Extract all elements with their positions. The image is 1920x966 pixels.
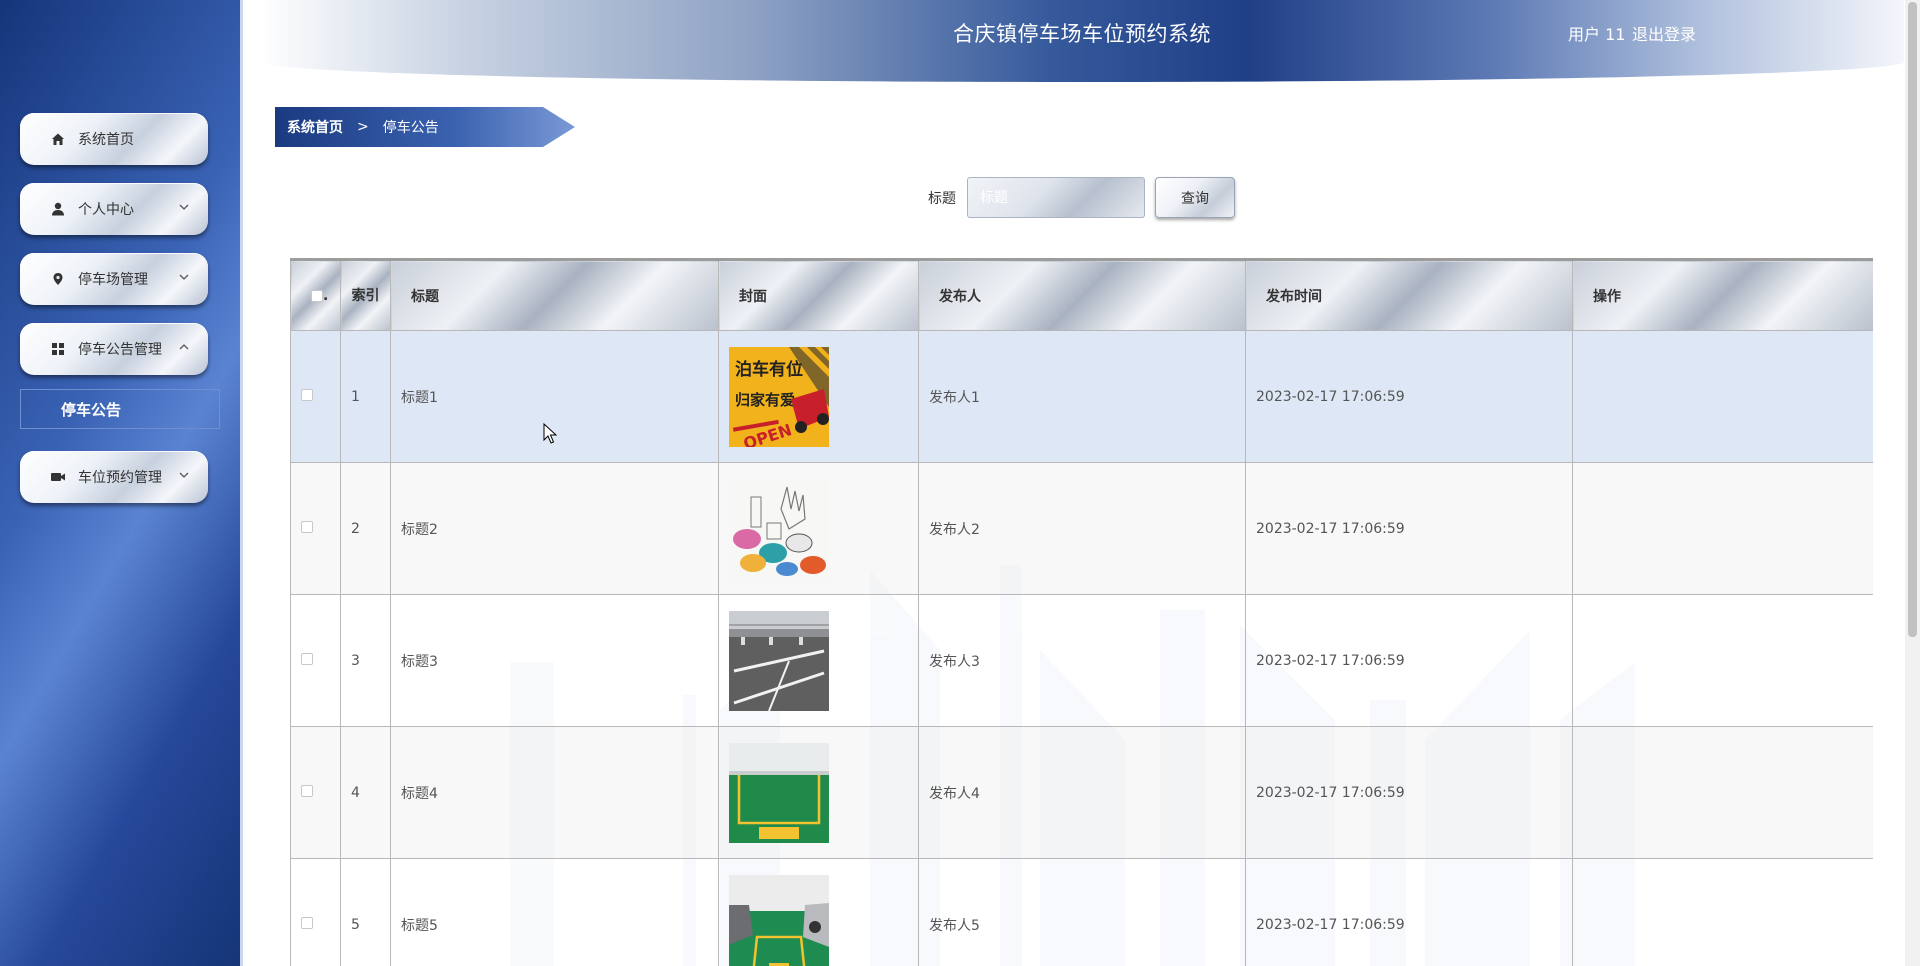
row-publish-time: 2023-02-17 17:06:59 xyxy=(1245,726,1573,859)
location-icon xyxy=(50,271,66,287)
svg-text:归家有爱: 归家有爱 xyxy=(735,391,795,409)
sidebar-item-notice-management[interactable]: 停车公告管理 xyxy=(20,323,208,375)
row-actions xyxy=(1572,726,1873,859)
row-index: 1 xyxy=(340,330,391,463)
current-user: 用户 11 xyxy=(1568,25,1626,44)
sidebar-subitem-label: 停车公告 xyxy=(61,400,122,419)
user-icon xyxy=(50,201,66,217)
row-publisher: 发布人3 xyxy=(918,594,1246,727)
row-actions xyxy=(1572,594,1873,727)
cover-image[interactable] xyxy=(729,742,829,843)
sidebar: 系统首页 个人中心 停车场管理 停车公告管理 停车公告 车位预约管理 xyxy=(0,0,243,966)
cover-image[interactable] xyxy=(729,478,829,579)
notice-table: . 索引 标题 封面 发布人 发布时间 操作 1 标题1 泊车有位 归家有爱 O… xyxy=(290,258,1873,966)
table-row[interactable]: 5 标题5 发布人5 2023-02-17 17:06:59 xyxy=(290,858,1873,966)
table-row[interactable]: 3 标题3 发布人3 2023-02-17 17:06:59 xyxy=(290,594,1873,727)
row-title: 标题4 xyxy=(390,726,719,859)
index-header: 索引 xyxy=(340,258,391,331)
breadcrumb-home[interactable]: 系统首页 xyxy=(287,117,343,137)
row-select-cell xyxy=(290,594,341,727)
row-actions xyxy=(1572,462,1873,595)
row-checkbox[interactable] xyxy=(301,784,313,797)
row-publisher: 发布人4 xyxy=(918,726,1246,859)
actions-header: 操作 xyxy=(1572,258,1873,331)
breadcrumb-separator: > xyxy=(357,119,369,135)
page-scrollbar-thumb[interactable] xyxy=(1908,2,1917,637)
row-checkbox[interactable] xyxy=(301,652,313,665)
row-actions xyxy=(1572,858,1873,966)
row-publish-time: 2023-02-17 17:06:59 xyxy=(1245,594,1573,727)
row-cover-cell xyxy=(718,462,919,595)
row-publisher: 发布人1 xyxy=(918,330,1246,463)
chevron-down-icon xyxy=(179,204,189,210)
chevron-up-icon xyxy=(179,344,189,350)
title-header: 标题 xyxy=(390,258,719,331)
video-icon xyxy=(50,469,66,485)
row-checkbox[interactable] xyxy=(301,520,313,533)
row-index: 4 xyxy=(340,726,391,859)
chevron-down-icon xyxy=(179,472,189,478)
chevron-down-icon xyxy=(179,274,189,280)
table-row[interactable]: 1 标题1 泊车有位 归家有爱 OPEN 发布人1 2023-02-17 17:… xyxy=(290,330,1873,463)
row-index: 3 xyxy=(340,594,391,727)
mouse-cursor-icon xyxy=(543,423,557,444)
row-index: 5 xyxy=(340,858,391,966)
row-cover-cell: 泊车有位 归家有爱 OPEN xyxy=(718,330,919,463)
row-cover-cell xyxy=(718,726,919,859)
sidebar-item-label: 停车公告管理 xyxy=(78,342,162,358)
row-title: 标题3 xyxy=(390,594,719,727)
breadcrumb-current: 停车公告 xyxy=(382,120,439,136)
row-select-cell xyxy=(290,726,341,859)
svg-text:泊车有位: 泊车有位 xyxy=(735,359,803,380)
select-all-checkbox[interactable] xyxy=(311,289,323,302)
row-cover-cell xyxy=(718,858,919,966)
publisher-header: 发布人 xyxy=(918,258,1246,331)
row-cover-cell xyxy=(718,594,919,727)
row-title: 标题2 xyxy=(390,462,719,595)
sidebar-item-label: 停车场管理 xyxy=(78,272,148,288)
sidebar-item-label: 个人中心 xyxy=(78,202,134,218)
table-row[interactable]: 4 标题4 发布人4 2023-02-17 17:06:59 xyxy=(290,726,1873,859)
sidebar-subitem-parking-notice[interactable]: 停车公告 xyxy=(20,389,220,429)
cover-header: 封面 xyxy=(718,258,919,331)
grid-icon xyxy=(50,341,66,357)
table-header-row: . 索引 标题 封面 发布人 发布时间 操作 xyxy=(290,258,1873,331)
home-icon xyxy=(50,131,66,147)
sidebar-item-parking-lot[interactable]: 停车场管理 xyxy=(20,253,208,305)
row-checkbox[interactable] xyxy=(301,388,313,401)
cover-image[interactable]: 泊车有位 归家有爱 OPEN xyxy=(729,346,829,447)
sidebar-item-label: 系统首页 xyxy=(78,132,134,148)
top-header: 合庆镇停车场车位预约系统 用户 11 退出登录 xyxy=(260,0,1904,82)
row-publish-time: 2023-02-17 17:06:59 xyxy=(1245,462,1573,595)
search-label: 标题 xyxy=(928,191,956,207)
row-publish-time: 2023-02-17 17:06:59 xyxy=(1245,330,1573,463)
search-button[interactable]: 查询 xyxy=(1155,177,1235,218)
table-row[interactable]: 2 标题2 发布人2 2023-02-17 17:06:59 xyxy=(290,462,1873,595)
publish-time-header: 发布时间 xyxy=(1245,258,1573,331)
notice-table-container: . 索引 标题 封面 发布人 发布时间 操作 1 标题1 泊车有位 归家有爱 O… xyxy=(290,258,1873,966)
sidebar-item-label: 车位预约管理 xyxy=(78,470,162,486)
row-index: 2 xyxy=(340,462,391,595)
select-header-dot: . xyxy=(323,287,329,304)
row-title: 标题5 xyxy=(390,858,719,966)
title-search-input[interactable] xyxy=(967,177,1145,218)
row-publisher: 发布人5 xyxy=(918,858,1246,966)
row-publisher: 发布人2 xyxy=(918,462,1246,595)
row-publish-time: 2023-02-17 17:06:59 xyxy=(1245,858,1573,966)
cover-image[interactable] xyxy=(729,874,829,966)
row-select-cell xyxy=(290,330,341,463)
row-checkbox[interactable] xyxy=(301,916,313,929)
logout-link[interactable]: 退出登录 xyxy=(1632,21,1696,45)
select-all-header[interactable]: . xyxy=(290,258,341,331)
cover-image[interactable] xyxy=(729,610,829,711)
row-actions xyxy=(1572,330,1873,463)
row-select-cell xyxy=(290,858,341,966)
sidebar-item-reservation-management[interactable]: 车位预约管理 xyxy=(20,451,208,503)
row-select-cell xyxy=(290,462,341,595)
sidebar-item-personal-center[interactable]: 个人中心 xyxy=(20,183,208,235)
breadcrumb: 系统首页 > 停车公告 xyxy=(275,107,575,147)
sidebar-item-home[interactable]: 系统首页 xyxy=(20,113,208,165)
